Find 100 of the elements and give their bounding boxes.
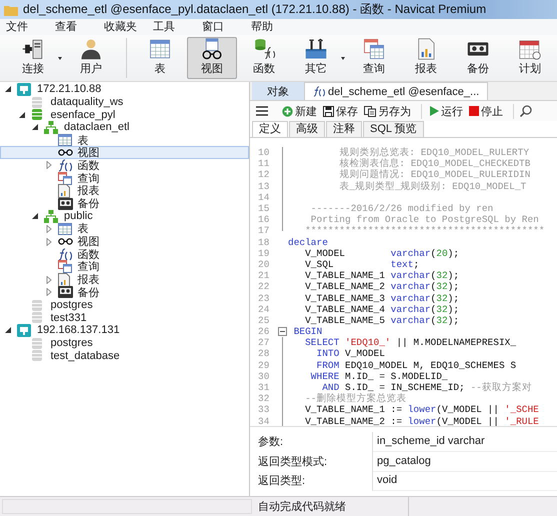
query-icon — [58, 172, 72, 185]
tree-item[interactable]: 192.168.137.131 — [0, 324, 249, 337]
expanded-arrow-icon[interactable] — [32, 124, 38, 130]
stop-icon — [469, 106, 479, 116]
toolbar-button[interactable]: 报表 — [401, 37, 451, 79]
expanded-arrow-icon[interactable] — [5, 327, 11, 334]
line-number: 18 — [257, 236, 270, 248]
tree-item[interactable]: esenface_pyl — [0, 108, 249, 122]
menu-item[interactable]: 工具 — [147, 19, 196, 35]
status-message: 自动完成代码就绪 — [258, 500, 346, 514]
tree-item[interactable]: 函数 — [0, 159, 249, 172]
toolbar-button[interactable]: 停止 — [467, 104, 507, 118]
caret-icon[interactable] — [341, 56, 345, 60]
toolbar-button[interactable]: 备份 — [453, 37, 503, 79]
editor-tab[interactable]: 对象 — [252, 82, 304, 100]
toolbar-button[interactable]: 连接 — [8, 37, 58, 79]
search-icon[interactable] — [520, 105, 532, 117]
tree-item[interactable]: dataquality_ws — [0, 96, 249, 108]
toolbar-button[interactable]: 计划 — [505, 37, 555, 79]
save-as-icon — [364, 106, 376, 116]
function-icon — [58, 158, 72, 172]
code-line: V_TABLE_NAME_2 := lower(V_MODEL || '_RULE — [304, 416, 539, 426]
tree-item[interactable]: public — [0, 210, 249, 223]
collapsed-arrow-icon[interactable] — [46, 238, 52, 246]
play-icon — [430, 106, 439, 116]
tree-item[interactable]: 报表 — [0, 184, 249, 198]
tree-item[interactable]: dataclaen_etl — [0, 121, 249, 134]
table-icon — [58, 134, 72, 146]
code-line: V_TABLE_NAME_3 varchar(32); — [304, 292, 460, 304]
tab[interactable]: SQL 预览 — [363, 121, 424, 137]
code-line: 规则问题情况: EDQ10_MODEL_RULERIDIN — [338, 169, 530, 180]
editor-tab[interactable]: del_scheme_etl @esenface_... — [304, 82, 488, 100]
collapse-box-icon[interactable] — [278, 327, 286, 336]
menu-item[interactable]: 窗口 — [196, 19, 245, 35]
tree-item[interactable]: 172.21.10.88 — [0, 83, 249, 96]
report-icon — [58, 184, 70, 198]
collapsed-arrow-icon[interactable] — [46, 276, 52, 284]
toolbar-button[interactable]: 表 — [135, 37, 185, 79]
code-line: V_TABLE_NAME_4 varchar(32); — [304, 304, 460, 315]
tree-item[interactable]: 报表 — [0, 273, 249, 286]
server-icon — [17, 82, 31, 96]
caret-icon[interactable] — [58, 56, 62, 60]
tab[interactable]: 注释 — [326, 121, 362, 137]
line-number: 24 — [257, 304, 270, 315]
hierarchy-icon — [44, 210, 58, 223]
tree-item[interactable]: 表 — [0, 134, 249, 146]
tab[interactable]: 高级 — [289, 121, 325, 137]
property-label: 返回类型: — [257, 474, 306, 488]
menu-icon[interactable] — [256, 106, 268, 116]
expanded-arrow-icon[interactable] — [5, 86, 11, 92]
tree-item[interactable]: 查询 — [0, 260, 249, 274]
tree-item[interactable]: 函数 — [0, 248, 249, 261]
code-line: 核检测表信息: EDQ10_MODEL_CHECKEDTB — [338, 158, 530, 170]
tree-item[interactable]: test_database — [0, 349, 249, 362]
tree-item[interactable]: postgres — [0, 298, 249, 312]
toolbar-button[interactable]: 用户 — [66, 37, 116, 79]
tree-item[interactable]: 查询 — [0, 172, 249, 184]
code-line: WHERE M.ID_ = S.MODELID_ — [310, 370, 448, 382]
tree-item[interactable]: 备份 — [0, 197, 249, 210]
collapsed-arrow-icon[interactable] — [46, 224, 52, 233]
menu-item[interactable]: 文件 — [0, 19, 49, 35]
toolbar-button[interactable]: 视图 — [187, 37, 237, 79]
property-label: 返回类型模式: — [257, 454, 328, 469]
menu-item[interactable]: 查看 — [49, 19, 98, 35]
line-number: 17 — [257, 225, 270, 236]
window-title: del_scheme_etl @esenface_pyl.dataclaen_etl (172.21.10.88) - 函数 - Navicat Premium — [23, 1, 486, 18]
toolbar-button[interactable]: 新建 — [280, 104, 321, 118]
line-number: 26 — [257, 326, 270, 338]
toolbar-button[interactable]: 查询 — [349, 37, 399, 79]
expanded-arrow-icon[interactable] — [32, 213, 38, 220]
line-number: 23 — [257, 292, 270, 304]
expanded-arrow-icon[interactable] — [18, 112, 24, 118]
toolbar-button[interactable]: 运行 — [428, 104, 467, 118]
collapsed-arrow-icon[interactable] — [46, 288, 52, 296]
code-line: BEGIN — [292, 326, 322, 338]
toolbar-button[interactable]: 保存 — [321, 104, 362, 118]
code-line: V_TABLE_NAME_2 varchar(32); — [304, 281, 460, 292]
line-number: 12 — [257, 169, 270, 180]
tree-item[interactable]: 视图 — [0, 235, 249, 248]
property-label: 参数: — [257, 435, 284, 450]
code-line: AND S.ID_ = IN_SCHEME_ID; --获取方案对 — [322, 382, 532, 394]
line-number: 21 — [257, 270, 270, 282]
tree-item[interactable]: 表 — [0, 222, 249, 236]
toolbar-button[interactable]: 函数 — [239, 37, 289, 79]
hierarchy-icon — [44, 120, 58, 134]
tab[interactable]: 定义 — [252, 121, 288, 137]
line-number: 20 — [257, 258, 270, 270]
tree-item[interactable]: 视图 — [0, 146, 249, 160]
menu-item[interactable]: 收藏夹 — [98, 19, 147, 35]
line-number: 29 — [257, 360, 270, 371]
property-value: in_scheme_id varchar — [372, 432, 557, 452]
code-line: 规则类别总览表: EDQ10_MODEL_RULERTY — [338, 147, 530, 158]
menu-item[interactable]: 帮助 — [245, 19, 294, 35]
tree-item[interactable]: 备份 — [0, 286, 249, 299]
tree-item[interactable]: postgres — [0, 336, 249, 350]
tree-item[interactable]: test331 — [0, 311, 249, 324]
toolbar-button[interactable]: 另存为 — [362, 104, 415, 118]
report-icon — [58, 272, 70, 287]
toolbar-button[interactable]: 其它 — [291, 37, 341, 79]
collapsed-arrow-icon[interactable] — [46, 161, 52, 170]
